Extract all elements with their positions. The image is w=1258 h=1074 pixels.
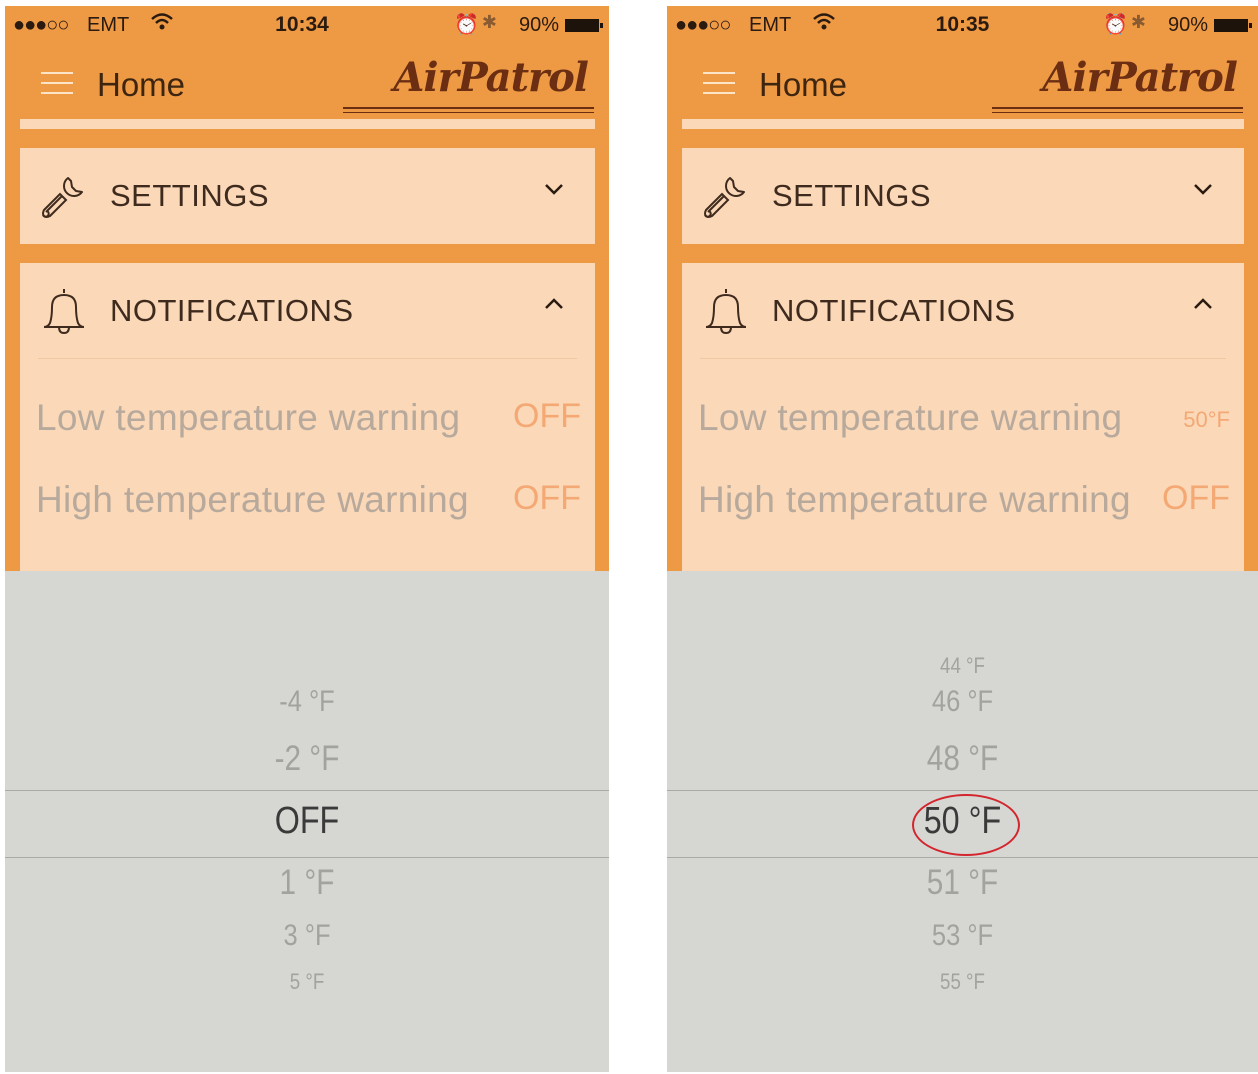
temperature-picker[interactable]: 44 °F 46 °F 48 °F 50 °F 51 °F 53 °F 55 °… xyxy=(667,571,1258,1072)
collapsed-section-bar xyxy=(682,119,1244,129)
high-temp-value: OFF xyxy=(1162,479,1230,517)
chevron-down-icon[interactable] xyxy=(1192,178,1214,200)
chevron-down-icon[interactable] xyxy=(543,178,565,200)
battery-percent: 90% xyxy=(518,14,559,36)
picker-option[interactable]: 5 °F xyxy=(50,969,563,995)
low-temp-row[interactable]: Low temperature warning OFF xyxy=(20,375,595,457)
battery-icon xyxy=(565,19,603,32)
status-time: 10:34 xyxy=(275,13,329,36)
phone-screen-right: ●●●○○ EMT 10:35 ⏰ ✱ 90% Home AirPatrol S xyxy=(667,6,1258,1072)
high-temp-row[interactable]: High temperature warning OFF xyxy=(682,457,1244,539)
picker-option[interactable]: 3 °F xyxy=(50,919,563,953)
high-temp-label: High temperature warning xyxy=(698,479,1131,520)
phone-screen-left: ●●●○○ EMT 10:34 ⏰ ✱ 90% Home AirPatrol S xyxy=(5,6,609,1072)
picker-option[interactable]: 53 °F xyxy=(711,919,1213,953)
status-bar: ●●●○○ EMT 10:35 ⏰ ✱ 90% xyxy=(667,6,1258,44)
low-temp-label: Low temperature warning xyxy=(698,397,1123,438)
hamburger-menu-icon[interactable] xyxy=(41,72,73,96)
collapsed-section-bar xyxy=(20,119,595,129)
high-temp-row[interactable]: High temperature warning OFF xyxy=(20,457,595,539)
low-temp-value: 50°F xyxy=(1183,407,1230,432)
low-temp-label: Low temperature warning xyxy=(36,397,461,438)
settings-header[interactable]: SETTINGS xyxy=(20,148,595,244)
battery-icon xyxy=(1214,19,1252,32)
alarm-icon: ⏰ xyxy=(454,14,479,36)
settings-section[interactable]: SETTINGS xyxy=(682,148,1244,244)
settings-title: SETTINGS xyxy=(110,178,270,213)
airpatrol-logo: AirPatrol xyxy=(343,54,594,113)
alarm-icon: ⏰ xyxy=(1103,14,1128,36)
picker-option[interactable]: 48 °F xyxy=(711,739,1213,779)
bluetooth-icon: ✱ xyxy=(481,12,497,32)
picker-option[interactable]: 1 °F xyxy=(50,863,563,903)
picker-option[interactable]: 51 °F xyxy=(711,863,1213,903)
notifications-title: NOTIFICATIONS xyxy=(772,293,1016,328)
settings-header[interactable]: SETTINGS xyxy=(682,148,1244,244)
wrench-icon xyxy=(704,177,745,218)
picker-selected-option[interactable]: OFF xyxy=(50,800,563,843)
notifications-header[interactable]: NOTIFICATIONS xyxy=(20,263,595,359)
picker-option[interactable]: 46 °F xyxy=(711,685,1213,719)
low-temp-value: OFF xyxy=(513,397,581,435)
nav-title: Home xyxy=(759,66,848,103)
low-temp-row[interactable]: Low temperature warning 50°F xyxy=(682,375,1244,457)
picker-option[interactable]: 55 °F xyxy=(711,969,1213,995)
bell-icon xyxy=(705,289,747,335)
picker-option[interactable]: -4 °F xyxy=(50,685,563,719)
chevron-up-icon[interactable] xyxy=(543,293,565,315)
bluetooth-icon: ✱ xyxy=(1130,12,1146,32)
hamburger-menu-icon[interactable] xyxy=(703,72,735,96)
high-temp-label: High temperature warning xyxy=(36,479,469,520)
highlight-circle xyxy=(912,794,1020,856)
nav-title: Home xyxy=(97,66,186,103)
airpatrol-logo: AirPatrol xyxy=(992,54,1243,113)
battery-percent: 90% xyxy=(1167,14,1208,36)
notifications-section: NOTIFICATIONS Low temperature warning OF… xyxy=(20,263,595,571)
notifications-header[interactable]: NOTIFICATIONS xyxy=(682,263,1244,359)
notifications-section: NOTIFICATIONS Low temperature warning 50… xyxy=(682,263,1244,571)
picker-option[interactable]: 44 °F xyxy=(711,653,1213,679)
temperature-picker[interactable]: -4 °F -2 °F OFF 1 °F 3 °F 5 °F xyxy=(5,571,609,1072)
status-bar: ●●●○○ EMT 10:34 ⏰ ✱ 90% xyxy=(5,6,609,44)
settings-section[interactable]: SETTINGS xyxy=(20,148,595,244)
nav-bar: Home AirPatrol xyxy=(5,46,609,126)
wrench-icon xyxy=(42,177,83,218)
nav-bar: Home AirPatrol xyxy=(667,46,1258,126)
app-background: ●●●○○ EMT 10:35 ⏰ ✱ 90% Home AirPatrol S xyxy=(667,6,1258,571)
settings-title: SETTINGS xyxy=(772,178,932,213)
high-temp-value: OFF xyxy=(513,479,581,517)
app-background: ●●●○○ EMT 10:34 ⏰ ✱ 90% Home AirPatrol S xyxy=(5,6,609,571)
notifications-title: NOTIFICATIONS xyxy=(110,293,354,328)
picker-option[interactable]: -2 °F xyxy=(50,739,563,779)
chevron-up-icon[interactable] xyxy=(1192,293,1214,315)
bell-icon xyxy=(43,289,85,335)
